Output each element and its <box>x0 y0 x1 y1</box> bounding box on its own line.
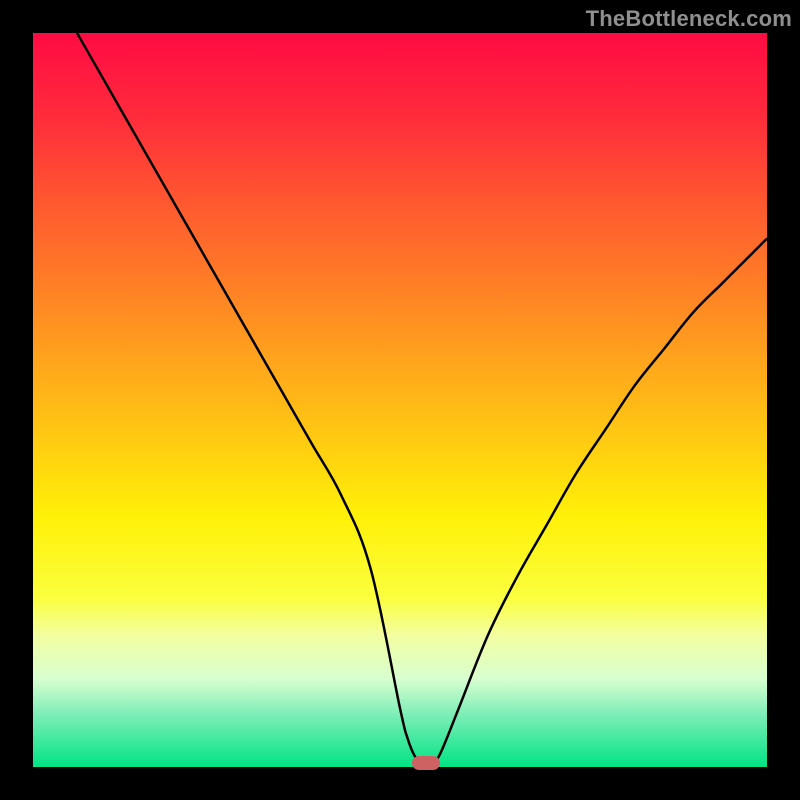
chart-frame: TheBottleneck.com <box>0 0 800 800</box>
minimum-marker <box>412 756 440 770</box>
watermark-text: TheBottleneck.com <box>586 6 792 32</box>
bottleneck-curve <box>33 33 767 767</box>
plot-area <box>33 33 767 767</box>
